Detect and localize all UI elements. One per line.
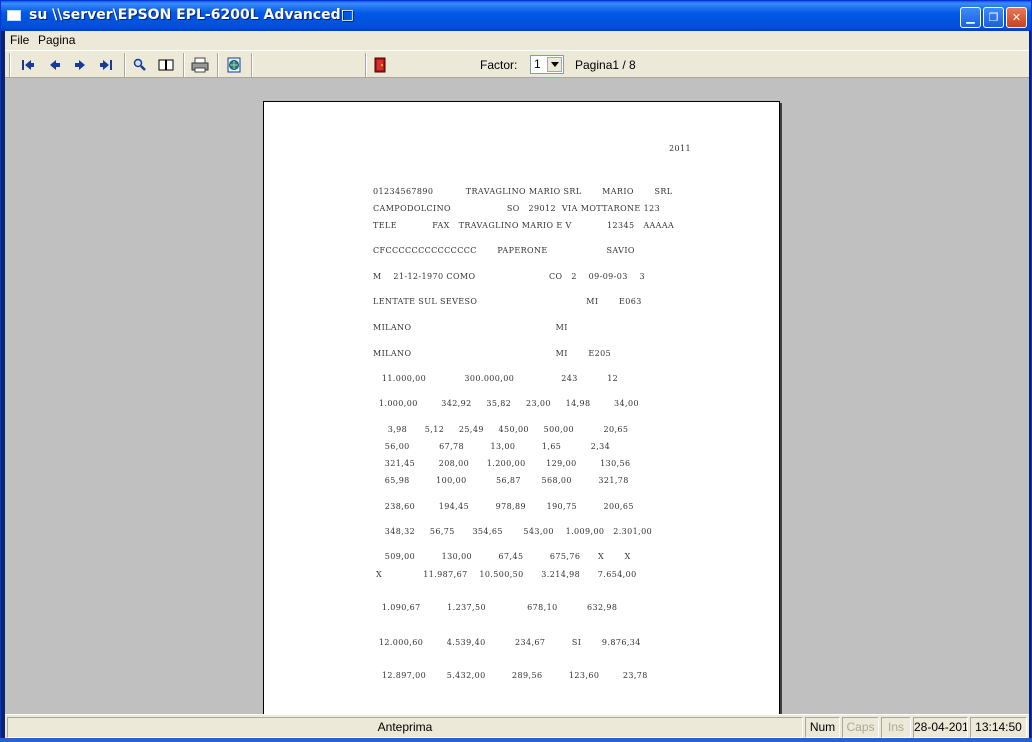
menu-bar: File Pagina xyxy=(5,31,1029,50)
toolbar-separator xyxy=(217,53,219,77)
document-line: 01234567890 TRAVAGLINO MARIO SRL MARIO S… xyxy=(373,187,673,196)
document-line: 11.000,00 300.000,00 243 12 xyxy=(373,374,619,383)
document-line: 1.000,00 342,92 35,82 23,00 14,98 34,00 xyxy=(373,399,639,408)
document-line: MILANO MI xyxy=(373,323,568,332)
status-mode: Anteprima xyxy=(7,717,803,738)
dropdown-arrow[interactable] xyxy=(547,57,562,72)
factor-select[interactable]: 1 xyxy=(530,55,564,74)
minimize-button[interactable]: ▁ xyxy=(960,7,981,28)
toolbar-separator xyxy=(365,53,367,77)
status-caps: Caps xyxy=(842,717,879,738)
print-icon xyxy=(191,57,209,73)
chevron-down-icon xyxy=(550,62,559,67)
window-icon[interactable] xyxy=(7,10,21,21)
minimize-icon: ▁ xyxy=(966,11,975,24)
document-page: 2011 01234567890 TRAVAGLINO MARIO SRL MAR… xyxy=(263,101,780,714)
export-icon xyxy=(227,57,241,73)
document-line: 2011 xyxy=(669,144,691,153)
next-page-icon xyxy=(75,60,85,70)
taskbar-edge xyxy=(0,738,1032,742)
first-page-icon xyxy=(22,60,34,70)
status-num: Num xyxy=(805,717,840,738)
prev-page-button[interactable] xyxy=(45,55,65,75)
document-line: CAMPODOLCINO SO 29012 VIA MOTTARONE 123 xyxy=(373,204,661,213)
document-line: TELE FAX TRAVAGLINO MARIO E V 12345 AAAA… xyxy=(373,221,675,230)
document-line: LENTATE SUL SEVESO MI E063 xyxy=(373,297,642,306)
toolbar-separator xyxy=(124,53,126,77)
status-date: 28-04-2016 xyxy=(913,717,968,738)
document-line: CFCCCCCCCCCCCCCC PAPERONE SAVIO xyxy=(373,246,635,255)
zoom-icon xyxy=(133,58,146,71)
page-indicator: Pagina1 / 8 xyxy=(575,58,636,72)
document-line: 3,98 5,12 25,49 450,00 500,00 20,65 xyxy=(373,425,629,434)
document-line: 65,98 100,00 56,87 568,00 321,78 xyxy=(373,476,629,485)
document-line: 12.000,60 4.539,40 234,67 SI 9.876,34 xyxy=(373,638,641,647)
close-icon: ✕ xyxy=(1011,11,1022,24)
status-ins: Ins xyxy=(881,717,911,738)
print-button[interactable] xyxy=(190,55,210,75)
app-window: su \\server\EPSON EPL-6200L Advanced□ ▁ … xyxy=(0,0,1032,742)
maximize-button[interactable]: ❐ xyxy=(983,7,1004,28)
menu-pagina[interactable]: Pagina xyxy=(38,33,75,47)
document-line: 56,00 67,78 13,00 1,65 2,34 xyxy=(373,442,611,451)
document-line: X 11.987,67 10.500,50 3.214,98 7.654,00 xyxy=(373,570,637,579)
first-page-button[interactable] xyxy=(18,55,38,75)
document-line: 321,45 208,00 1.200,00 129,00 130,56 xyxy=(373,459,631,468)
document-line: 509,00 130,00 67,45 675,76 X X xyxy=(373,552,631,561)
close-button[interactable]: ✕ xyxy=(1006,7,1027,28)
last-page-button[interactable] xyxy=(96,55,116,75)
export-button[interactable] xyxy=(224,55,244,75)
window-title: su \\server\EPSON EPL-6200L Advanced□ xyxy=(29,7,354,23)
title-bar[interactable]: su \\server\EPSON EPL-6200L Advanced□ ▁ … xyxy=(1,1,1031,31)
document-line: 238,60 194,45 978,89 190,75 200,65 xyxy=(373,502,634,511)
document-line: 348,32 56,75 354,65 543,00 1.009,00 2.30… xyxy=(373,527,653,536)
book-icon xyxy=(158,59,174,71)
status-bar: Anteprima Num Caps Ins 28-04-2016 13:14:… xyxy=(5,714,1029,739)
document-line: 12.897,00 5.432,00 289,56 123,60 23,78 xyxy=(373,671,648,680)
document-line: M 21-12-1970 COMO CO 2 09-09-03 3 xyxy=(373,272,646,281)
toolbar-separator xyxy=(183,53,185,77)
document-line: MILANO MI E205 xyxy=(373,349,612,358)
prev-page-icon xyxy=(50,60,60,70)
preview-area[interactable]: 2011 01234567890 TRAVAGLINO MARIO SRL MAR… xyxy=(5,78,1029,714)
document-line: 1.090,67 1.237,50 678,10 632,98 xyxy=(373,603,618,612)
toolbar-separator xyxy=(251,53,253,77)
toolbar-grip[interactable] xyxy=(9,53,11,77)
two-pages-button[interactable] xyxy=(156,55,176,75)
factor-value: 1 xyxy=(534,57,541,71)
menu-file[interactable]: File xyxy=(10,33,29,47)
restore-icon: ❐ xyxy=(988,11,999,24)
toolbar: Factor: 1 Pagina1 / 8 xyxy=(5,50,1029,78)
exit-button[interactable] xyxy=(370,55,390,75)
status-time: 13:14:50 xyxy=(970,717,1027,738)
zoom-button[interactable] xyxy=(130,55,150,75)
exit-door-icon xyxy=(374,57,386,73)
next-page-button[interactable] xyxy=(70,55,90,75)
last-page-icon xyxy=(100,60,112,70)
factor-label: Factor: xyxy=(480,58,518,72)
